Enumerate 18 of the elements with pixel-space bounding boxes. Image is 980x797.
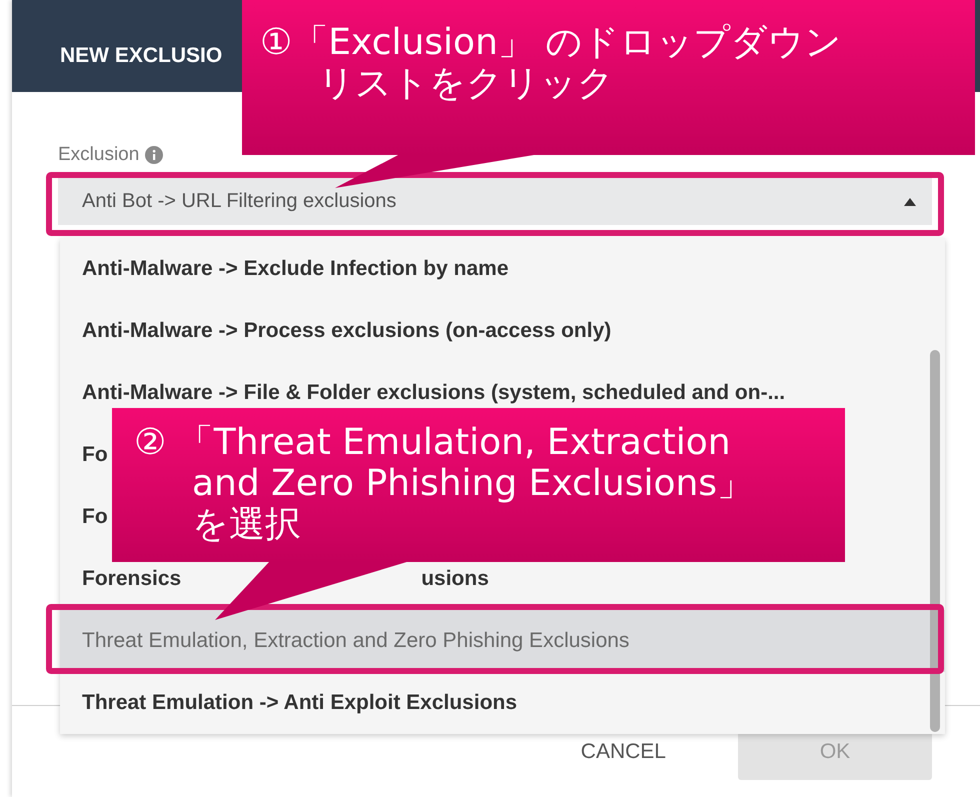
option-text: usions — [421, 567, 489, 591]
info-icon — [145, 146, 164, 164]
callout-text: リストをクリック — [317, 63, 615, 104]
dropdown-option[interactable]: Threat Emulation, Extraction and Zero Phishing Exclusions — [60, 610, 945, 672]
dropdown-option[interactable]: Anti-Malware -> Process exclusions (on-access only) — [60, 300, 945, 362]
dropdown-option[interactable]: Anti-Malware -> Exclude Infection by name — [60, 238, 945, 300]
exclusion-dropdown[interactable]: Anti Bot -> URL Filtering exclusions — [58, 178, 932, 225]
callout-text: and Zero Phishing Exclusions」 — [191, 463, 754, 504]
dropdown-option[interactable]: Threat Emulation -> Anti Exploit Exclusions — [60, 672, 945, 734]
field-label: Exclusion — [58, 144, 140, 166]
callout-text: を選択 — [191, 504, 302, 545]
caret-icon — [904, 198, 916, 206]
callout-text: ② 「Threat Emulation, Extraction — [134, 422, 732, 463]
option-text: Forensics — [82, 567, 182, 591]
scrollbar-thumb[interactable] — [930, 350, 940, 732]
cancel-button[interactable]: CANCEL — [574, 738, 672, 764]
dialog-title: NEW EXCLUSIO — [60, 44, 222, 68]
callout-text: ①「Exclusion」 のドロップダウン — [260, 22, 842, 63]
